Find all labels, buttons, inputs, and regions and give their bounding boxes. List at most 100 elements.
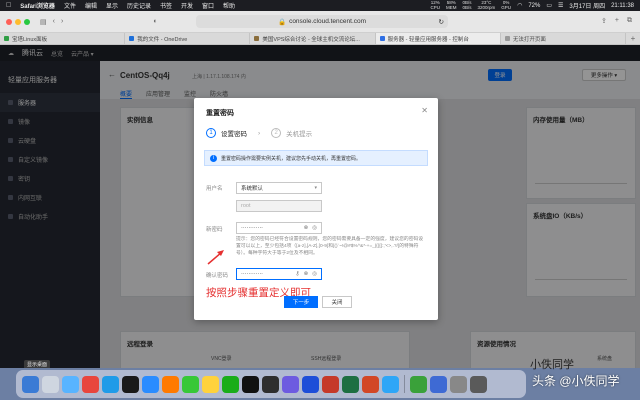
share-icon[interactable]: ⇪: [601, 17, 607, 25]
browser-tab[interactable]: 宝塔Linux面板: [0, 33, 126, 44]
battery-icon[interactable]: ▭: [546, 2, 552, 9]
favicon-icon: [4, 36, 9, 41]
reload-icon[interactable]: ↻: [439, 18, 444, 26]
info-icon: i: [210, 154, 217, 162]
dock-app-icon[interactable]: [450, 375, 467, 393]
dock-app-icon[interactable]: [302, 375, 319, 393]
username-select[interactable]: 系统默认 ▾: [236, 182, 322, 194]
notice-text: 重置密码操作需要实例关机，建议您先手动关机，再重置密码。: [221, 155, 362, 162]
cpu-stat[interactable]: 12% CPU: [431, 0, 441, 10]
favicon-icon: [254, 36, 260, 41]
watermark-small: 小佚同学: [530, 359, 574, 371]
dock-app-icon[interactable]: [262, 375, 279, 393]
dock-app-icon[interactable]: [362, 375, 379, 393]
dock-app-icon[interactable]: [202, 375, 219, 393]
step-label: 设置密码: [221, 131, 247, 138]
menu-date[interactable]: 3月17日 周四: [569, 1, 605, 10]
eye-hidden-icon[interactable]: ◎: [312, 271, 317, 277]
stepper: 1 设置密码 › 2 关机提示: [206, 128, 312, 138]
menu-item[interactable]: 编辑: [85, 1, 97, 10]
dock-separator: [404, 375, 405, 393]
dock-app-icon[interactable]: [82, 375, 99, 393]
battery-percent[interactable]: 72%: [528, 3, 540, 9]
dock-app-icon[interactable]: [42, 375, 59, 393]
dock-app-icon[interactable]: [430, 375, 447, 393]
dock-app-icon[interactable]: [222, 375, 239, 393]
key-fill-icon[interactable]: ⚷: [296, 271, 300, 277]
dock-app-icon[interactable]: [142, 375, 159, 393]
clear-icon[interactable]: ⊗: [304, 271, 309, 277]
minimize-window-icon[interactable]: [15, 18, 21, 25]
forward-icon[interactable]: ›: [61, 18, 63, 26]
wifi-icon[interactable]: ◠: [517, 2, 522, 9]
watermark-text: 头条 @小佚同学: [532, 374, 620, 388]
dialog-title: 重置密码: [206, 110, 234, 117]
dock: [16, 370, 526, 398]
step-number: 1: [206, 128, 216, 138]
favicon-icon: [129, 36, 135, 41]
dock-app-icon[interactable]: [122, 375, 139, 393]
add-tab-icon[interactable]: +: [626, 33, 640, 44]
dock-app-icon[interactable]: [410, 375, 427, 393]
dock-app-icon[interactable]: [182, 375, 199, 393]
menu-time[interactable]: 21:11:38: [611, 3, 634, 9]
network-stat[interactable]: 0B/s 0B/s: [463, 0, 472, 10]
tab-bar: 宝塔Linux面板 我的文件 - OneDrive 美国VPS综合讨论 - 全球…: [0, 33, 640, 45]
back-icon[interactable]: ‹: [53, 18, 55, 26]
dock-app-icon[interactable]: [382, 375, 399, 393]
lock-icon: 🔒: [277, 18, 287, 26]
dock-app-icon[interactable]: [162, 375, 179, 393]
menu-item[interactable]: 开发: [181, 1, 193, 10]
browser-tab[interactable]: 无法打开页面: [501, 33, 627, 44]
clear-icon[interactable]: ⊗: [304, 225, 309, 231]
dock-app-icon[interactable]: [22, 375, 39, 393]
close-button[interactable]: 关闭: [322, 296, 352, 308]
dock-app-icon[interactable]: [282, 375, 299, 393]
menu-item[interactable]: 书签: [160, 1, 172, 10]
next-button[interactable]: 下一步: [284, 296, 318, 308]
close-icon[interactable]: ✕: [421, 106, 428, 115]
address-bar[interactable]: 🔒 console.cloud.tencent.com ↻: [196, 15, 448, 28]
confirm-password-label: 确认密码: [206, 273, 229, 279]
dock-app-icon[interactable]: [470, 375, 487, 393]
favicon-icon: [504, 36, 510, 41]
info-notice: i 重置密码操作需要实例关机，建议您先手动关机，再重置密码。: [204, 150, 428, 166]
control-center-icon[interactable]: ☰: [558, 2, 563, 9]
confirm-password-input[interactable]: ············ ⚷ ⊗ ◎: [236, 268, 322, 280]
dock-app-icon[interactable]: [322, 375, 339, 393]
tab-overview-icon[interactable]: ⧉: [627, 17, 632, 25]
close-window-icon[interactable]: [6, 18, 12, 25]
new-tab-icon[interactable]: +: [615, 17, 619, 25]
sidebar-toggle-icon[interactable]: ▤: [40, 18, 47, 26]
menu-item[interactable]: 文件: [64, 1, 76, 10]
dock-app-icon[interactable]: [102, 375, 119, 393]
browser-tab-active[interactable]: 服务器 - 轻量应用服务器 - 控制台: [375, 33, 501, 44]
menu-item[interactable]: 窗口: [202, 1, 214, 10]
gpu-stat[interactable]: 0% GPU: [501, 0, 511, 10]
zoom-window-icon[interactable]: [24, 18, 30, 25]
chevron-right-icon: ›: [258, 129, 261, 137]
url-text: console.cloud.tencent.com: [289, 18, 367, 25]
new-password-input[interactable]: ············ ⊗ ◎: [236, 222, 322, 234]
browser-tab[interactable]: 我的文件 - OneDrive: [125, 33, 251, 44]
dock-app-icon[interactable]: [242, 375, 259, 393]
username-label: 用户名: [206, 186, 223, 192]
memory-stat[interactable]: 58% MEM: [446, 0, 457, 10]
new-password-label: 新密码: [206, 227, 223, 233]
chevron-down-icon: ▾: [314, 185, 317, 191]
apple-menu-icon[interactable]: : [6, 2, 11, 9]
annotation-arrow-icon: [207, 250, 224, 265]
menu-item[interactable]: 帮助: [223, 1, 235, 10]
macos-menu-bar:  Safari浏览器 文件 编辑 显示 历史记录 书签 开发 窗口 帮助 12…: [0, 0, 640, 11]
menu-item[interactable]: 历史记录: [127, 1, 151, 10]
temperature-stat[interactable]: 23°C 3200rpm: [478, 0, 496, 10]
dock-app-icon[interactable]: [62, 375, 79, 393]
privacy-shield-icon[interactable]: ◐: [153, 18, 157, 26]
browser-tab[interactable]: 美国VPS综合讨论 - 全球主机交流论坛...: [250, 33, 376, 44]
root-user-field: root: [236, 200, 322, 212]
eye-hidden-icon[interactable]: ◎: [312, 225, 317, 231]
menu-app-name[interactable]: Safari浏览器: [20, 1, 55, 10]
menu-item[interactable]: 显示: [106, 1, 118, 10]
dock-app-icon[interactable]: [342, 375, 359, 393]
favicon-icon: [379, 36, 385, 41]
